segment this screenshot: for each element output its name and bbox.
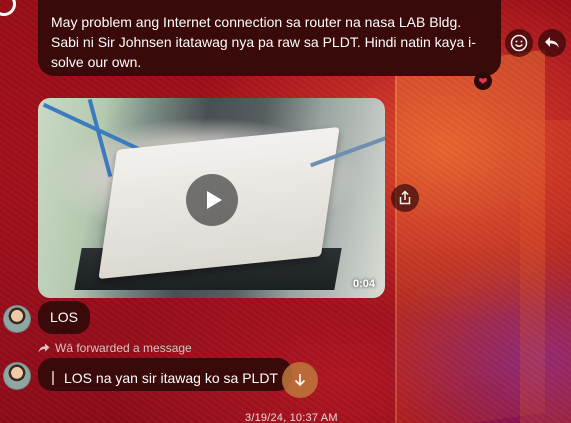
smile-icon (510, 34, 528, 52)
video-attachment[interactable]: 0:04 (38, 98, 385, 298)
message-timestamp: 3/19/24, 10:37 AM (245, 412, 338, 423)
video-duration: 0:04 (352, 278, 375, 290)
video-frame-detail (87, 98, 113, 178)
heart-icon[interactable]: ❤ (474, 72, 492, 90)
share-icon (399, 190, 411, 205)
play-icon (206, 191, 222, 209)
message-text: LOS na yan sir itawag ko sa PLDT (64, 369, 278, 386)
reply-button[interactable] (538, 29, 566, 57)
forward-quote-bar (52, 370, 54, 385)
forwarded-label: Wā forwarded a message (38, 341, 192, 355)
avatar[interactable] (3, 362, 31, 390)
background-decoration-2 (520, 120, 571, 423)
app-logo-icon (0, 0, 16, 16)
message-text: May problem ang Internet connection sa r… (51, 14, 476, 70)
avatar[interactable] (3, 305, 31, 333)
reply-icon (545, 37, 559, 48)
react-button[interactable] (505, 29, 533, 57)
scroll-to-bottom-button[interactable] (282, 362, 318, 398)
play-button[interactable] (186, 174, 238, 226)
forwarded-message-bubble[interactable]: LOS na yan sir itawag ko sa PLDT (38, 358, 292, 391)
arrow-down-icon (294, 374, 306, 387)
forwarded-text: Wā forwarded a message (55, 341, 192, 355)
message-bubble[interactable]: LOS (38, 301, 91, 334)
message-bubble[interactable]: May problem ang Internet connection sa r… (38, 0, 501, 76)
share-button[interactable] (391, 184, 419, 212)
forward-arrow-icon (38, 343, 50, 353)
reaction-emoji: ❤ (478, 75, 488, 88)
message-text: LOS (50, 309, 79, 325)
